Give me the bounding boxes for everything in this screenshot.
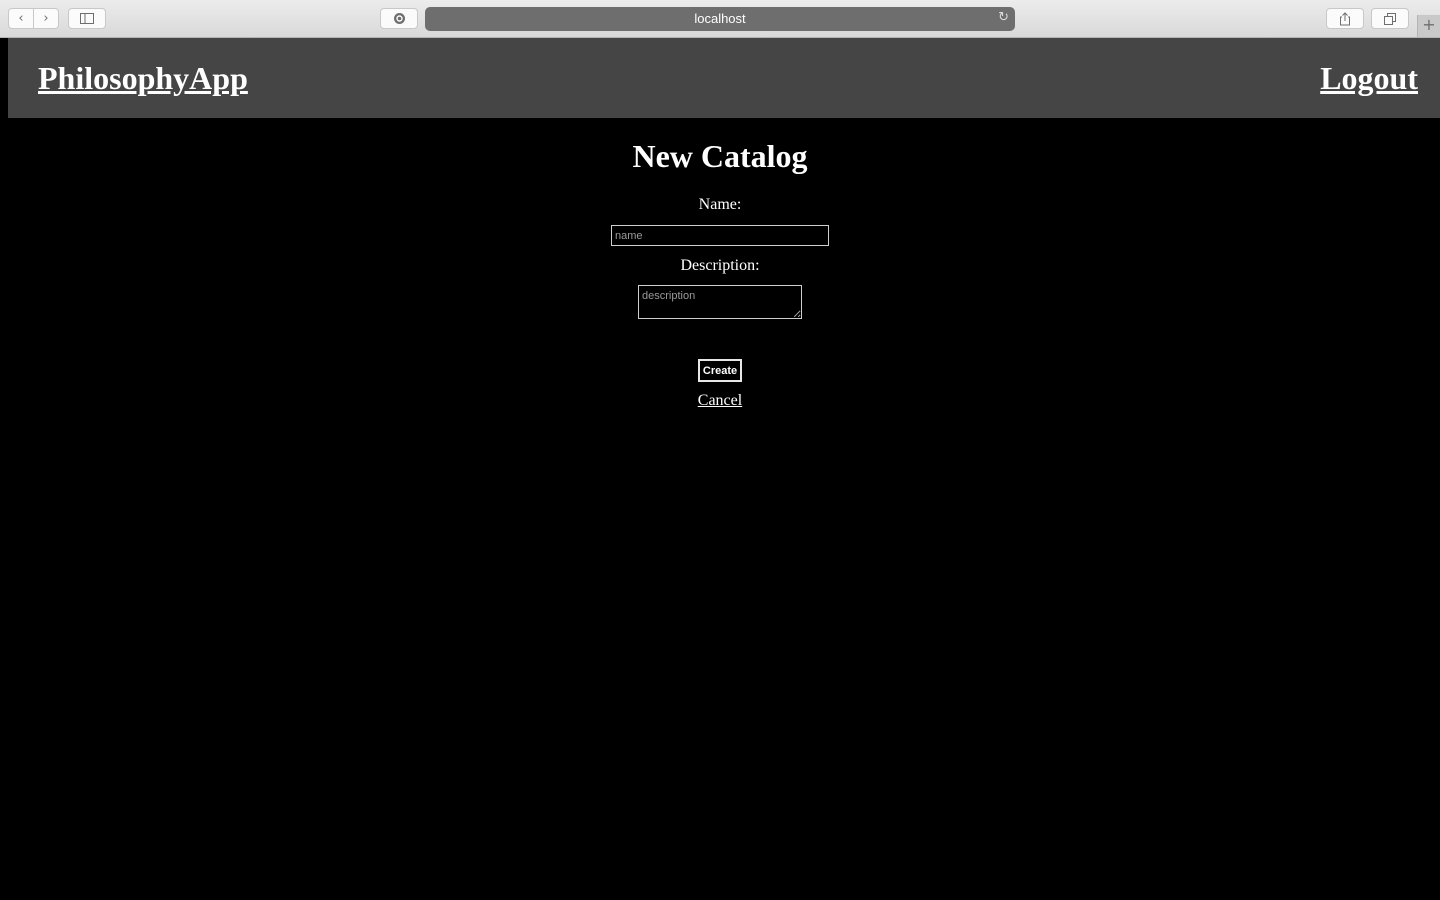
name-label: Name: bbox=[698, 196, 742, 213]
name-input[interactable] bbox=[611, 225, 829, 246]
logout-link[interactable]: Logout bbox=[1320, 58, 1418, 98]
page-title: New Catalog bbox=[632, 138, 808, 174]
cancel-row: Cancel bbox=[0, 391, 1440, 411]
url-text: localhost bbox=[694, 11, 746, 26]
tabs-icon[interactable] bbox=[1371, 8, 1409, 29]
cancel-link[interactable]: Cancel bbox=[698, 392, 742, 409]
reload-icon[interactable]: ↻ bbox=[998, 10, 1009, 25]
share-icon[interactable] bbox=[1326, 8, 1364, 29]
address-bar[interactable]: localhost ↻ bbox=[425, 7, 1015, 31]
circle-g-icon[interactable] bbox=[380, 8, 418, 29]
description-label: Description: bbox=[680, 257, 760, 274]
create-button[interactable]: Create bbox=[698, 359, 742, 382]
description-input[interactable] bbox=[638, 285, 802, 319]
sidebar-icon[interactable] bbox=[68, 8, 106, 29]
chevron-right-icon[interactable]: › bbox=[33, 8, 59, 29]
plus-icon[interactable]: + bbox=[1417, 15, 1440, 37]
brand-link[interactable]: PhilosophyApp bbox=[38, 58, 248, 98]
chevron-left-icon[interactable]: ‹ bbox=[8, 8, 34, 29]
app-header: PhilosophyApp Logout bbox=[8, 38, 1440, 118]
browser-toolbar: ‹ › localhost ↻ + bbox=[0, 0, 1440, 38]
